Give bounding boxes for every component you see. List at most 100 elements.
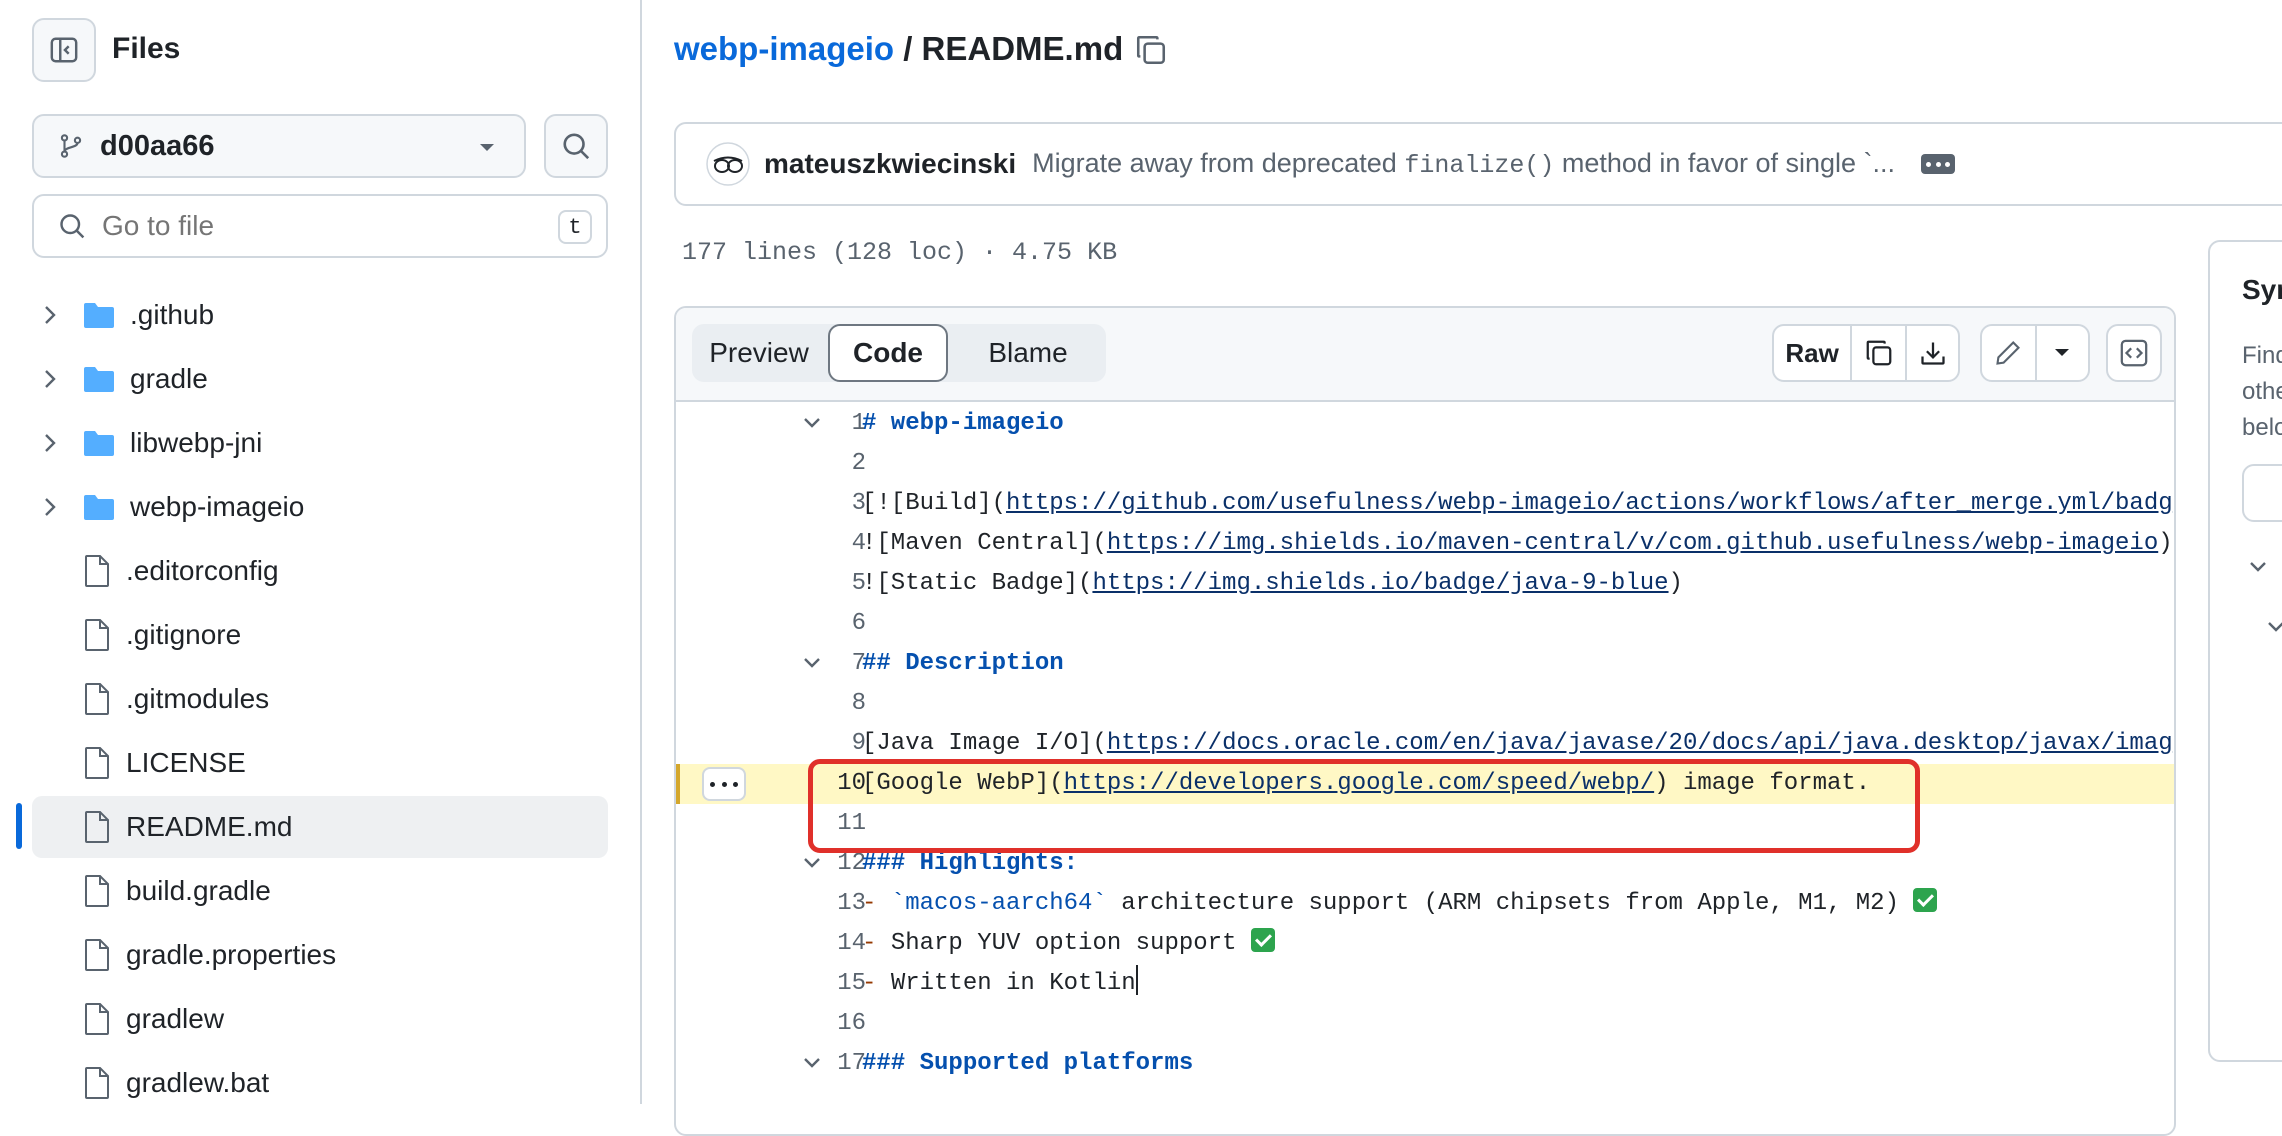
copy-path-button[interactable] (1134, 32, 1168, 73)
copy-raw-button[interactable] (1850, 326, 1905, 380)
edit-button-group (1980, 324, 2090, 382)
tree-item-file[interactable]: .gitignore (32, 604, 608, 666)
tree-item-file[interactable]: gradlew.bat (32, 1052, 608, 1114)
chevron-down-icon[interactable] (2266, 620, 2282, 634)
file-viewer-header: Preview Code Blame Raw (676, 308, 2174, 402)
commit-message-code: finalize() (1404, 151, 1555, 180)
code-line-text: [Java Image I/O](https://docs.oracle.com… (862, 730, 2173, 757)
code-line-text: ![Maven Central](https://img.shields.io/… (862, 530, 2173, 557)
tree-item-label: gradlew (126, 1003, 225, 1034)
avatar[interactable] (706, 142, 750, 186)
tree-item-file[interactable]: gradle.properties (32, 924, 608, 986)
code-link[interactable]: https://docs.oracle.com/en/java/javase/2… (1107, 730, 2173, 757)
code-line: 14- Sharp YUV option support (676, 924, 2174, 964)
edit-file-button[interactable] (1982, 326, 2035, 380)
line-number[interactable]: 8 (756, 684, 866, 724)
code-line: 17 ### Supported platforms (676, 1044, 2174, 1084)
chevron-down-icon[interactable] (2248, 560, 2268, 574)
tree-item-label: gradle.properties (126, 939, 337, 970)
file-icon (85, 1003, 109, 1035)
expand-commit-message-button[interactable] (1921, 154, 1956, 174)
code-line: 7 ## Description (676, 644, 2174, 684)
code-link[interactable]: https://img.shields.io/badge/java-9-blue (1092, 570, 1668, 597)
git-branch-icon (60, 134, 82, 158)
file-viewer: Preview Code Blame Raw 1 # webp-imageio … (674, 306, 2176, 1136)
code-line-text: # webp-imageio (862, 410, 1064, 437)
branch-selector-button[interactable]: d00aa66 (32, 114, 526, 178)
code-line: 16 (676, 1004, 2174, 1044)
tree-item-folder[interactable]: .github (32, 284, 608, 346)
tab-code[interactable]: Code (828, 324, 948, 382)
search-icon (563, 133, 590, 160)
tab-preview[interactable]: Preview (696, 324, 822, 382)
line-number[interactable]: 4 (756, 524, 866, 564)
annotation-highlight-box (808, 759, 1920, 853)
folder-icon (84, 303, 114, 328)
file-icon (85, 747, 109, 779)
code-line-text: ![Static Badge](https://img.shields.io/b… (862, 570, 1683, 597)
tree-item-folder[interactable]: gradle (32, 348, 608, 410)
file-tree-sidebar: Files d00aa66 t .github gradle libwebp-j… (0, 0, 642, 1104)
tree-item-folder[interactable]: libwebp-jni (32, 412, 608, 474)
line-number[interactable]: 14 (756, 924, 866, 964)
chevron-right-icon (45, 370, 56, 388)
edit-options-dropdown[interactable] (2034, 326, 2088, 380)
file-info: 177 lines (128 loc) · 4.75 KB (682, 238, 1118, 267)
tree-item-file[interactable]: .editorconfig (32, 540, 608, 602)
tree-item-file[interactable]: gradlew (32, 988, 608, 1050)
fold-chevron-icon[interactable] (802, 656, 822, 670)
line-number[interactable]: 6 (756, 604, 866, 644)
file-icon (85, 683, 109, 715)
code-link[interactable]: https://github.com/usefulness/webp-image… (1006, 490, 2173, 517)
search-files-button[interactable] (544, 114, 608, 178)
file-icon (85, 939, 109, 971)
fold-chevron-icon[interactable] (802, 1056, 822, 1070)
branch-name: d00aa66 (100, 129, 215, 162)
line-number[interactable]: 3 (756, 484, 866, 524)
line-options-button[interactable] (702, 767, 746, 801)
tree-item-file-selected[interactable]: README.md (32, 796, 608, 858)
raw-button[interactable]: Raw (1774, 326, 1850, 380)
download-raw-button[interactable] (1905, 326, 1958, 380)
copy-icon (1136, 35, 1166, 65)
code-line-text: - Written in Kotlin (862, 964, 1138, 1004)
file-icon (85, 619, 109, 651)
tree-item-label: .gitignore (126, 619, 242, 650)
go-to-file-input[interactable] (100, 209, 524, 243)
tree-item-label: build.gradle (126, 875, 271, 906)
line-number[interactable]: 16 (756, 1004, 866, 1044)
commit-message-link[interactable]: Migrate away from deprecated finalize() … (1032, 148, 1895, 180)
symbols-panel: Sym Find othe belo (2208, 240, 2282, 1062)
commit-author-link[interactable]: mateuszkwiecinski (764, 148, 1016, 180)
symbols-filter-input[interactable] (2242, 464, 2282, 522)
tree-item-file[interactable]: LICENSE (32, 732, 608, 794)
file-icon (85, 1067, 109, 1099)
search-icon (60, 214, 85, 239)
line-number[interactable]: 2 (756, 444, 866, 484)
tree-item-file[interactable]: build.gradle (32, 860, 608, 922)
sidebar-collapse-icon (50, 37, 78, 63)
tab-blame[interactable]: Blame (954, 324, 1102, 382)
code-line: 9 [Java Image I/O](https://docs.oracle.co… (676, 724, 2174, 764)
folder-icon (84, 431, 114, 456)
go-to-file-field[interactable]: t (32, 194, 608, 258)
code-line: 1 # webp-imageio (676, 404, 2174, 444)
symbols-panel-toggle[interactable] (2106, 324, 2162, 382)
code-line-text: [![Build](https://github.com/usefulness/… (862, 490, 2173, 517)
collapse-sidebar-button[interactable] (32, 18, 96, 82)
fold-chevron-icon[interactable] (802, 416, 822, 430)
line-number[interactable]: 9 (756, 724, 866, 764)
keyboard-shortcut-hint: t (558, 210, 592, 244)
code-line: 4 ![Maven Central](https://img.shields.io… (676, 524, 2174, 564)
tree-item-folder[interactable]: webp-imageio (32, 476, 608, 538)
tree-item-label: gradlew.bat (126, 1067, 270, 1098)
line-number[interactable]: 5 (756, 564, 866, 604)
commit-message-prefix: Migrate away from deprecated (1032, 148, 1405, 178)
code-link[interactable]: https://img.shields.io/maven-central/v/c… (1107, 530, 2158, 557)
fold-chevron-icon[interactable] (802, 856, 822, 870)
line-number[interactable]: 13 (756, 884, 866, 924)
breadcrumb-repo-link[interactable]: webp-imageio (674, 30, 894, 67)
line-number[interactable]: 15 (756, 964, 866, 1004)
file-icon (85, 555, 109, 587)
tree-item-file[interactable]: .gitmodules (32, 668, 608, 730)
